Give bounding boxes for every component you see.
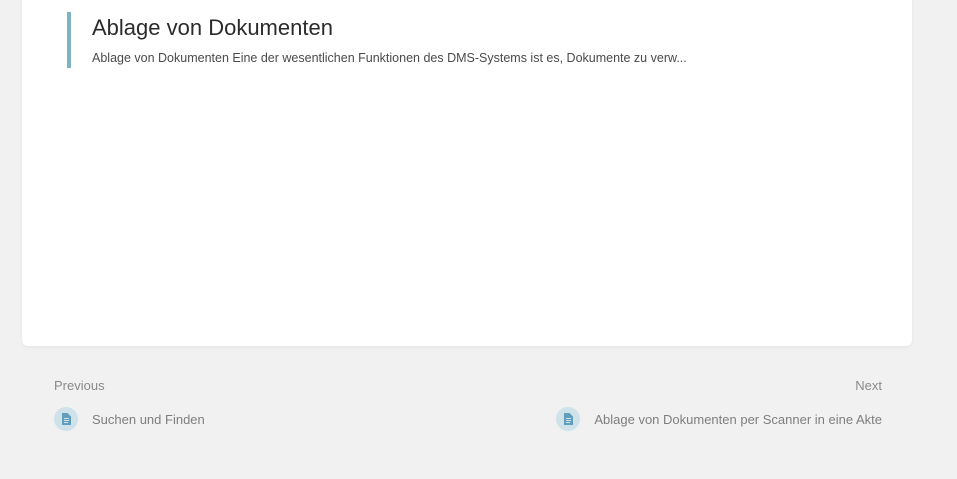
- document-icon: [556, 407, 581, 431]
- previous-navigation: Previous Suchen und Finden: [54, 376, 205, 431]
- next-link-label: Ablage von Dokumenten per Scanner in ein…: [594, 411, 882, 427]
- document-icon: [54, 407, 78, 431]
- entry-title[interactable]: Ablage von Dokumenten: [92, 14, 867, 42]
- next-page-link[interactable]: Ablage von Dokumenten per Scanner in ein…: [556, 407, 882, 431]
- previous-link-label: Suchen und Finden: [92, 411, 205, 427]
- previous-page-link[interactable]: Suchen und Finden: [54, 407, 205, 431]
- search-result-entry[interactable]: Ablage von Dokumenten Ablage von Dokumen…: [67, 12, 867, 68]
- next-heading: Next: [855, 378, 882, 393]
- entry-excerpt: Ablage von Dokumenten Eine der wesentlic…: [92, 51, 687, 65]
- next-navigation: Next Ablage von Dokumenten per Scanner i…: [556, 376, 882, 431]
- previous-heading: Previous: [54, 378, 105, 393]
- content-card: Ablage von Dokumenten Ablage von Dokumen…: [22, 0, 912, 346]
